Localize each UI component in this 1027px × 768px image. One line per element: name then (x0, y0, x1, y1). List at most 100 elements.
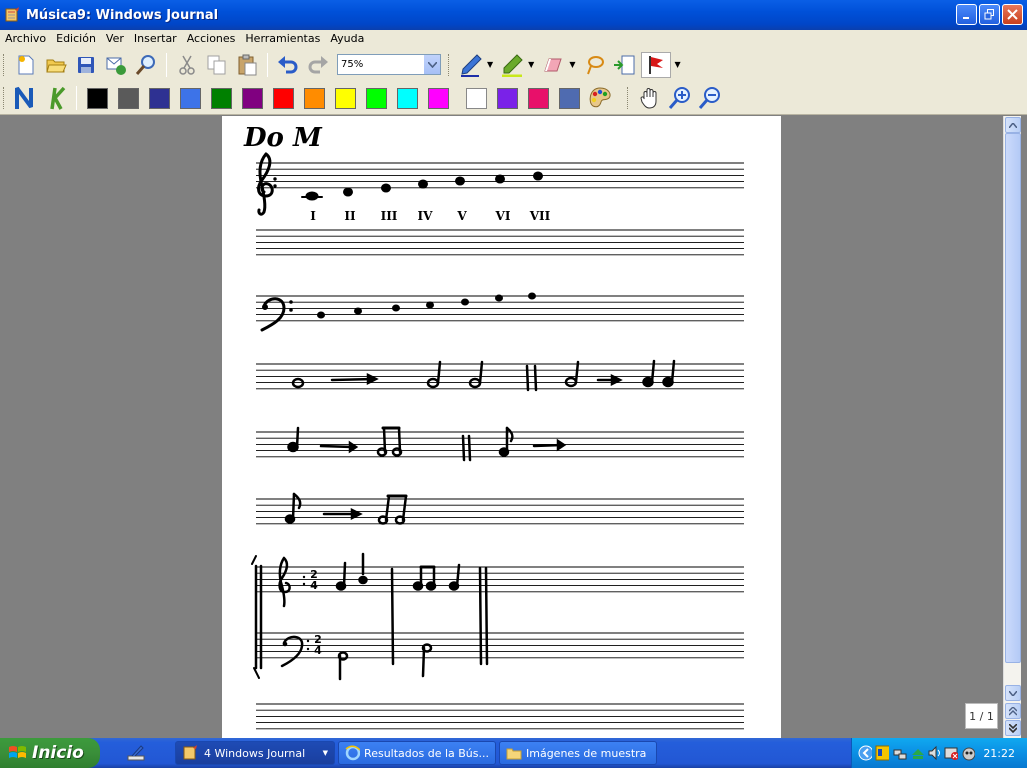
chevron-down-icon[interactable] (424, 55, 440, 74)
lasso-button[interactable] (581, 52, 607, 78)
menu-acciones[interactable]: Acciones (182, 32, 241, 45)
menu-ver[interactable]: Ver (101, 32, 129, 45)
redo-button[interactable] (305, 52, 331, 78)
scroll-up-button[interactable] (1005, 117, 1021, 133)
restore-button[interactable] (979, 4, 1000, 25)
restore-icon (984, 9, 994, 20)
start-label: Inicio (32, 743, 84, 763)
chevron-down-icon: ▼ (322, 749, 328, 757)
toolbar-grip[interactable] (448, 53, 451, 76)
menu-archivo[interactable]: Archivo (0, 32, 51, 45)
color-swatch[interactable] (149, 87, 170, 109)
quick-launch-pen-icon[interactable] (126, 744, 146, 762)
svg-text:II: II (344, 209, 356, 223)
menu-bar: Archivo Edición Ver Insertar Acciones He… (0, 30, 1027, 47)
color-swatch[interactable] (180, 87, 201, 109)
task-sample-images[interactable]: Imágenes de muestra (499, 741, 657, 765)
task-search-results[interactable]: Resultados de la Bús... (338, 741, 496, 765)
new-page-icon (18, 55, 34, 74)
send-mail-button[interactable] (103, 52, 129, 78)
pan-button[interactable] (637, 85, 663, 111)
network-icon[interactable] (892, 745, 907, 761)
eraser-dropdown-arrow[interactable]: ▼ (569, 60, 575, 69)
toolbar-grip[interactable] (3, 53, 6, 76)
zoom-out-button[interactable] (697, 85, 723, 111)
mail-send-icon (106, 57, 126, 75)
pen-dropdown-arrow[interactable]: ▼ (487, 60, 493, 69)
insert-space-button[interactable] (611, 52, 637, 78)
highlighter-button[interactable] (499, 52, 525, 78)
folder-icon (506, 748, 522, 760)
color-swatch[interactable] (366, 87, 387, 109)
color-swatch[interactable] (497, 87, 518, 109)
pen-button[interactable] (458, 52, 484, 78)
highlighter-mode-button[interactable] (43, 85, 69, 111)
menu-herramientas[interactable]: Herramientas (240, 32, 325, 45)
title-bar[interactable]: Música9: Windows Journal (0, 0, 1027, 30)
find-button[interactable] (133, 52, 159, 78)
open-folder-icon (46, 59, 67, 72)
flag-dropdown-arrow[interactable]: ▼ (674, 60, 680, 69)
double-chevron-down-icon (1009, 723, 1017, 733)
zoom-in-button[interactable] (667, 85, 693, 111)
quick-launch (100, 744, 172, 762)
scroll-thumb[interactable] (1005, 133, 1021, 663)
save-button[interactable] (73, 52, 99, 78)
menu-insertar[interactable]: Insertar (129, 32, 182, 45)
chevron-left-icon[interactable] (858, 745, 873, 761)
undo-button[interactable] (275, 52, 301, 78)
internet-explorer-icon (345, 745, 361, 761)
flag-button[interactable] (641, 51, 672, 78)
volume-icon[interactable] (927, 745, 941, 761)
color-swatch[interactable] (466, 87, 487, 109)
vertical-scrollbar[interactable] (1003, 116, 1021, 738)
close-icon (1007, 9, 1018, 20)
task-label: Imágenes de muestra (526, 746, 647, 760)
language-bar-icon[interactable] (875, 745, 890, 761)
highlighter-dropdown-arrow[interactable]: ▼ (528, 60, 534, 69)
clipboard-icon (238, 54, 257, 75)
note-page[interactable]: Do M I II III IV V VI VII 2 4 2 4 (222, 116, 781, 738)
color-swatch[interactable] (118, 87, 139, 109)
color-swatch[interactable] (335, 87, 356, 109)
close-button[interactable] (1002, 4, 1023, 25)
minimize-button[interactable] (956, 4, 977, 25)
copy-button[interactable] (204, 52, 230, 78)
color-swatch[interactable] (397, 87, 418, 109)
open-button[interactable] (43, 52, 69, 78)
color-swatch[interactable] (87, 87, 108, 109)
start-button[interactable]: Inicio (0, 738, 100, 768)
zoom-select[interactable]: 75% (337, 54, 441, 75)
paste-button[interactable] (234, 52, 260, 78)
eraser-button[interactable] (540, 52, 566, 78)
color-swatch[interactable] (273, 87, 294, 109)
svg-text:4: 4 (310, 579, 318, 592)
menu-ayuda[interactable]: Ayuda (325, 32, 369, 45)
eraser-icon (544, 58, 563, 71)
previous-page-button[interactable] (1005, 703, 1021, 719)
hand-icon (640, 88, 657, 109)
color-swatch[interactable] (428, 87, 449, 109)
color-swatch[interactable] (211, 87, 232, 109)
color-swatch[interactable] (304, 87, 325, 109)
pen-mode-button[interactable] (13, 85, 39, 111)
toolbar-grip[interactable] (3, 87, 6, 109)
music-notes-drawing[interactable]: Do M I II III IV V VI VII 2 4 2 4 (222, 116, 781, 738)
toolbar-grip[interactable] (627, 87, 630, 109)
color-palette (82, 87, 585, 109)
color-swatch[interactable] (528, 87, 549, 109)
antivirus-icon[interactable] (961, 745, 976, 761)
svg-text:VI: VI (495, 209, 511, 223)
scroll-down-button[interactable] (1005, 685, 1021, 701)
menu-edicion[interactable]: Edición (51, 32, 101, 45)
color-swatch[interactable] (242, 87, 263, 109)
task-windows-journal[interactable]: 4 Windows Journal ▼ (175, 741, 335, 765)
custom-color-button[interactable] (587, 85, 613, 111)
color-swatch[interactable] (559, 87, 580, 109)
security-alert-icon[interactable] (944, 745, 959, 761)
next-page-button[interactable] (1005, 720, 1021, 736)
safely-remove-icon[interactable] (910, 745, 924, 761)
note-workspace[interactable]: Do M I II III IV V VI VII 2 4 2 4 (0, 116, 1003, 738)
new-note-button[interactable] (13, 52, 39, 78)
cut-button[interactable] (174, 52, 200, 78)
